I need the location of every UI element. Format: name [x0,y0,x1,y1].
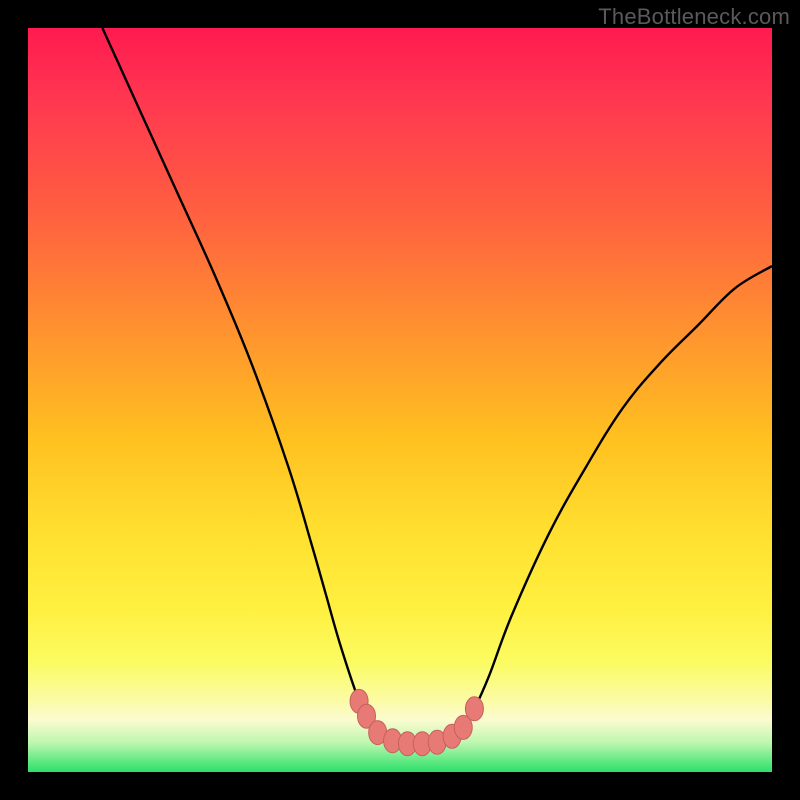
plot-area [28,28,772,772]
watermark-label: TheBottleneck.com [598,4,790,30]
bottleneck-curve [102,28,772,744]
curve-marker [465,697,483,721]
chart-frame: TheBottleneck.com [0,0,800,800]
curve-svg [28,28,772,772]
curve-markers [350,689,483,755]
